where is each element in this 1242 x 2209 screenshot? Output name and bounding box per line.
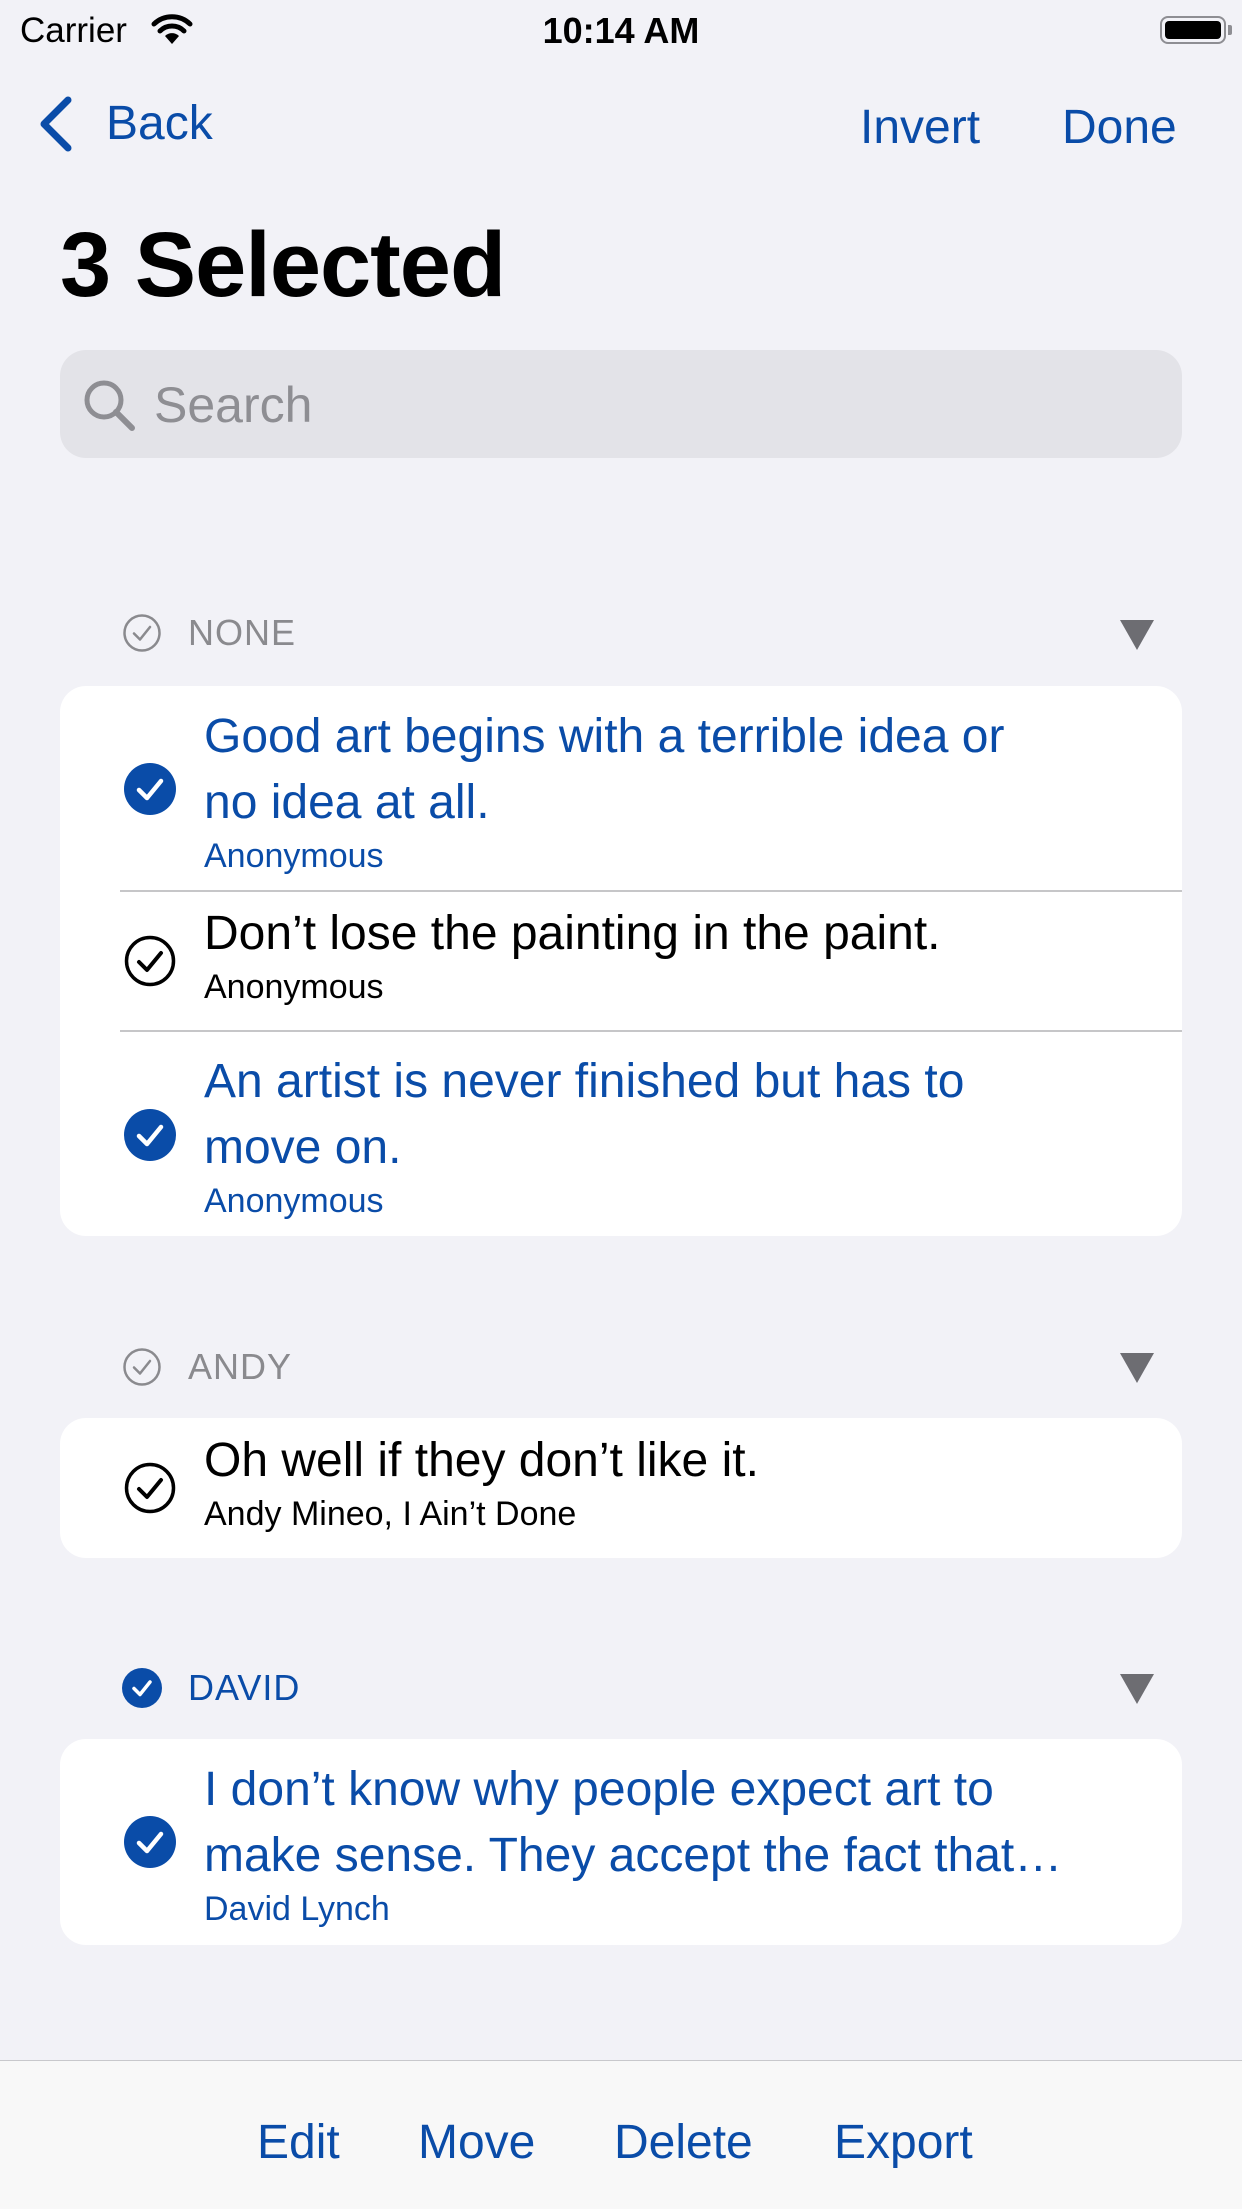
quote-text: I don’t know why people expect art to xyxy=(204,1763,994,1816)
battery-icon xyxy=(1160,16,1226,44)
list-item[interactable]: Oh well if they don’t like it. Andy Mine… xyxy=(60,1418,1182,1558)
search-bar[interactable] xyxy=(60,350,1182,460)
section-label: DAVID xyxy=(188,1667,301,1708)
invert-button[interactable]: Invert xyxy=(860,98,980,158)
search-icon xyxy=(84,380,135,431)
delete-button[interactable]: Delete xyxy=(614,2113,753,2173)
done-button[interactable]: Done xyxy=(1062,98,1177,158)
bottom-toolbar: Edit Move Delete Export xyxy=(0,2060,1242,2209)
quote-author: Anonymous xyxy=(204,837,384,875)
list-item[interactable]: An artist is never finished but has to m… xyxy=(60,1031,1182,1236)
edit-button[interactable]: Edit xyxy=(257,2113,340,2173)
check-circle-outline-icon xyxy=(124,935,176,987)
quote-text: Don’t lose the painting in the paint. xyxy=(204,907,941,960)
quote-text-cont: no idea at all. xyxy=(204,776,490,829)
battery-cap xyxy=(1228,25,1232,35)
check-circle-outline-icon xyxy=(123,1348,161,1386)
page-title: 3 Selected xyxy=(60,214,506,316)
quote-author: David Lynch xyxy=(204,1890,390,1928)
section-card-david: I don’t know why people expect art to ma… xyxy=(60,1739,1182,1945)
quote-author: Anonymous xyxy=(204,1182,384,1220)
quote-author: Andy Mineo, I Ain’t Done xyxy=(204,1495,577,1533)
check-circle-filled-icon xyxy=(122,1668,162,1708)
export-button[interactable]: Export xyxy=(834,2113,973,2173)
list-item[interactable]: Good art begins with a terrible idea or … xyxy=(60,686,1182,890)
search-input[interactable] xyxy=(152,350,1156,460)
check-circle-filled-icon xyxy=(124,1816,176,1868)
move-button[interactable]: Move xyxy=(418,2113,535,2173)
collapse-triangle-icon[interactable] xyxy=(1120,1353,1154,1383)
check-circle-outline-icon xyxy=(124,1462,176,1514)
section-header-andy[interactable]: ANDY xyxy=(122,1346,292,1388)
check-circle-outline-icon xyxy=(123,614,161,652)
quote-text-cont: move on. xyxy=(204,1121,402,1174)
quote-text: Good art begins with a terrible idea or xyxy=(204,710,1005,763)
section-header-david[interactable]: DAVID xyxy=(122,1667,300,1709)
section-header-none[interactable]: NONE xyxy=(122,612,296,654)
quote-text-cont: make sense. They accept the fact that… xyxy=(204,1829,1063,1882)
quote-text: Oh well if they don’t like it. xyxy=(204,1434,759,1487)
chevron-left-icon xyxy=(40,96,72,152)
quote-author: Anonymous xyxy=(204,968,384,1006)
section-label: ANDY xyxy=(188,1346,293,1387)
back-label: Back xyxy=(106,97,213,150)
check-circle-filled-icon xyxy=(124,763,176,815)
check-circle-filled-icon xyxy=(124,1109,176,1161)
clock: 10:14 AM xyxy=(542,10,700,51)
list-item[interactable]: Don’t lose the painting in the paint. An… xyxy=(60,891,1182,1031)
quote-text: An artist is never finished but has to xyxy=(204,1055,965,1108)
section-card-none: Good art begins with a terrible idea or … xyxy=(60,686,1182,1236)
section-card-andy: Oh well if they don’t like it. Andy Mine… xyxy=(60,1418,1182,1558)
collapse-triangle-icon[interactable] xyxy=(1120,1674,1154,1704)
back-button[interactable]: Back xyxy=(38,94,213,154)
section-label: NONE xyxy=(188,612,297,653)
collapse-triangle-icon[interactable] xyxy=(1120,620,1154,650)
list-item[interactable]: I don’t know why people expect art to ma… xyxy=(60,1739,1182,1945)
